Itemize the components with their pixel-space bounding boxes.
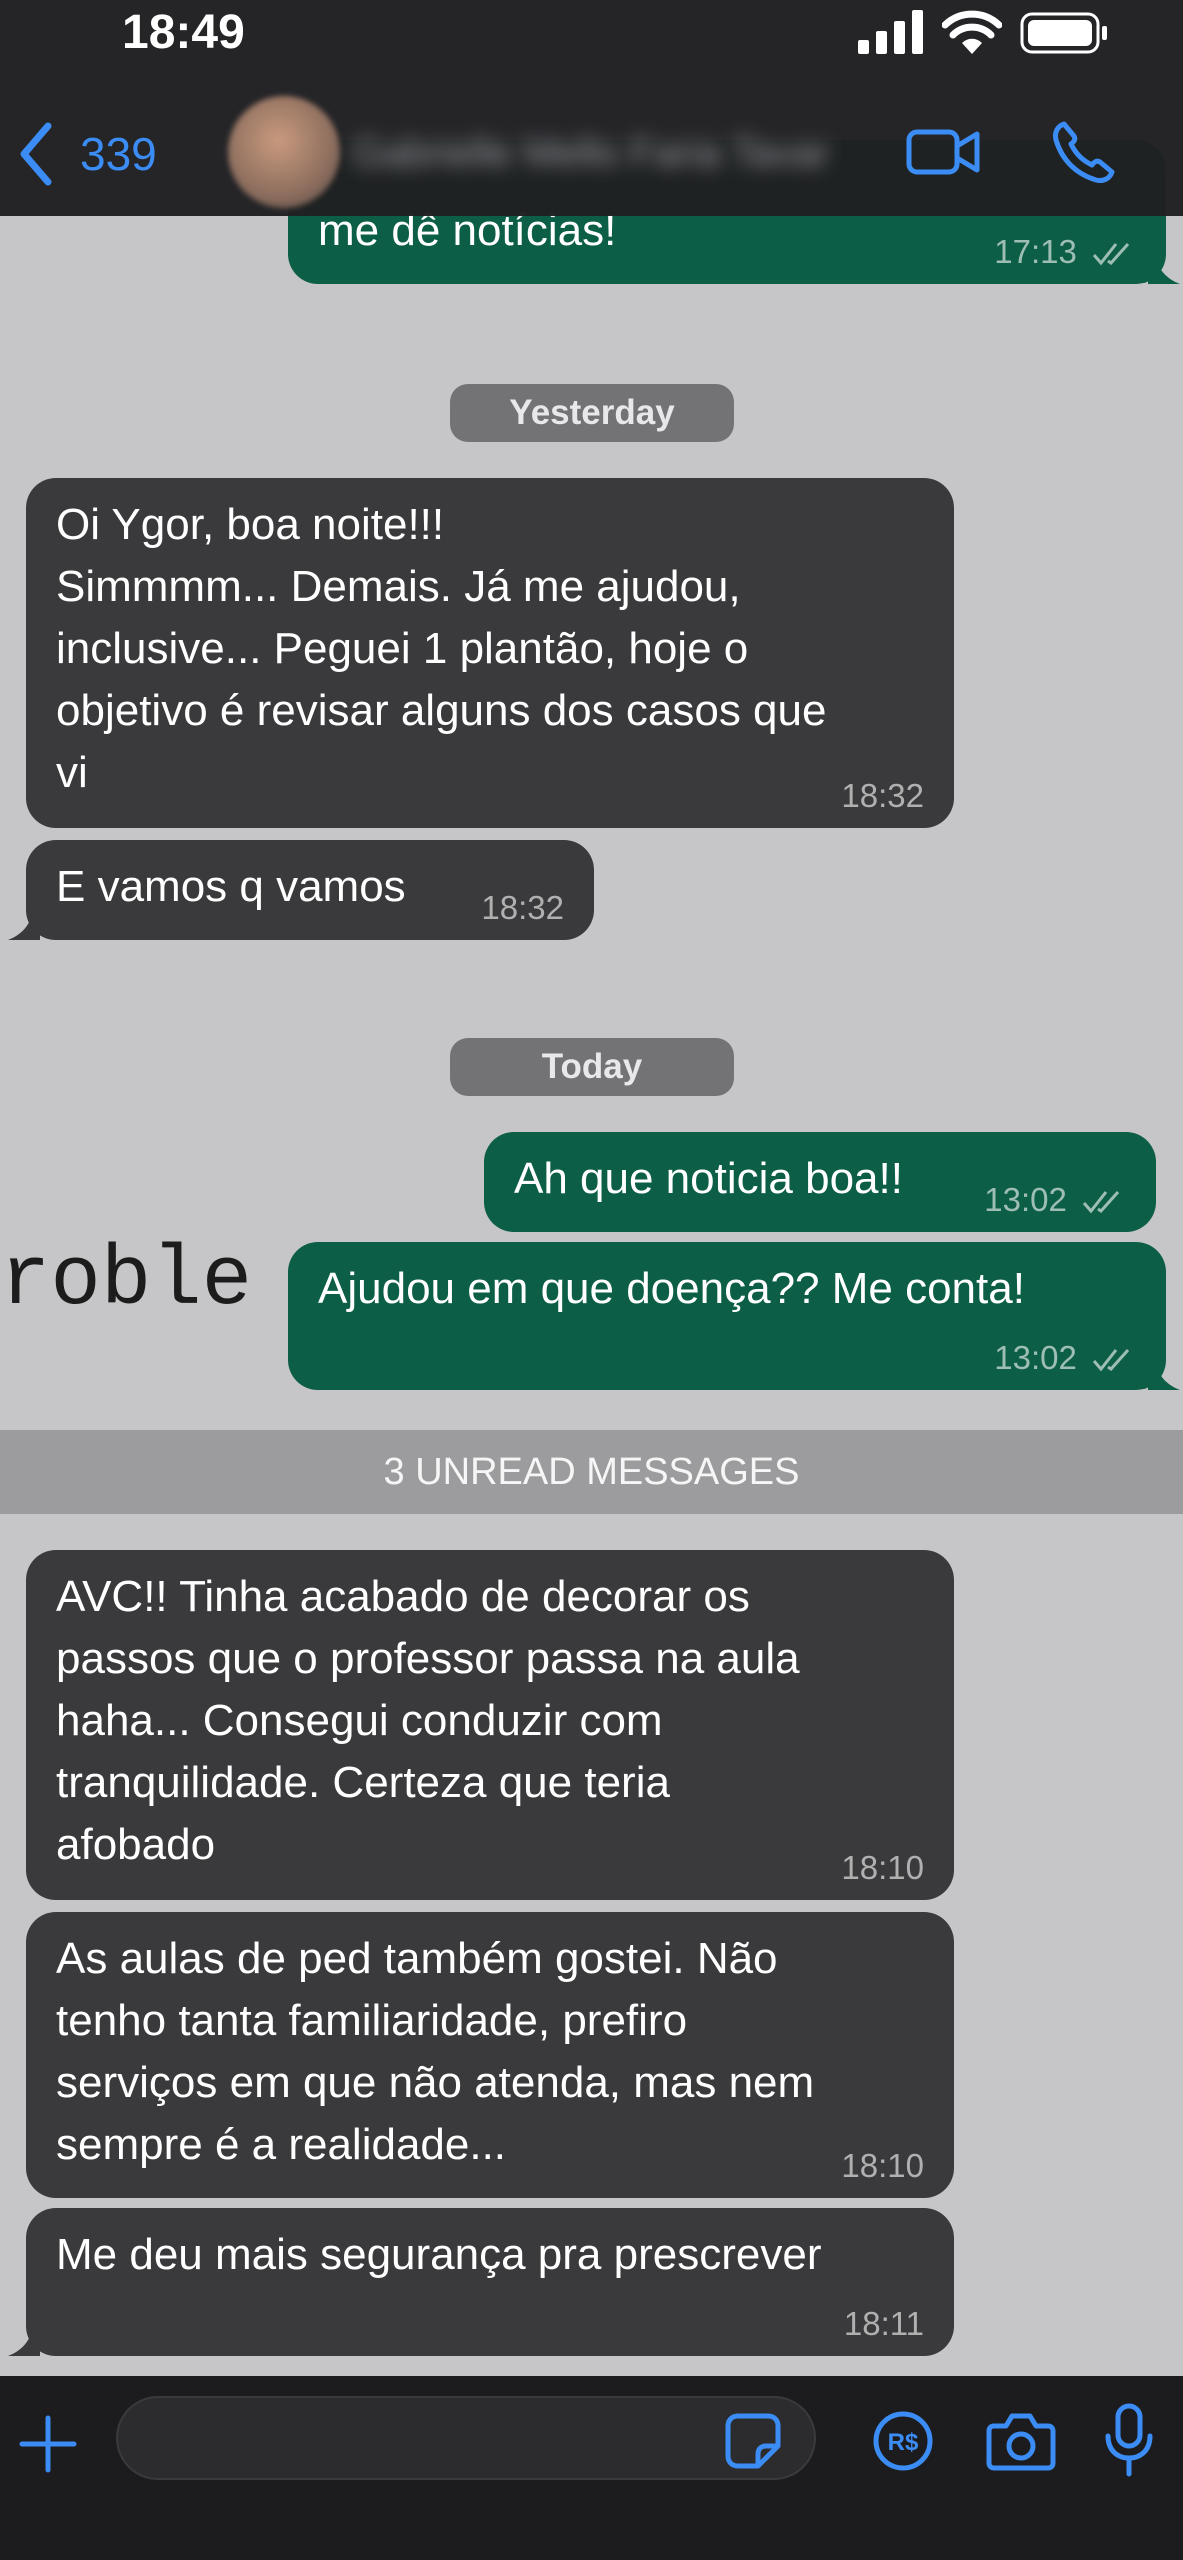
payment-icon[interactable]: R$ [872, 2410, 934, 2472]
bubble-tail [8, 906, 40, 940]
message-bubble-outgoing[interactable]: Ajudou em que doença?? Me conta! 13:02 [288, 1242, 1166, 1390]
message-meta: 18:10 [841, 2146, 924, 2186]
message-bubble-incoming[interactable]: AVC!! Tinha acabado de decorar os passos… [26, 1550, 954, 1900]
phone-call-icon[interactable] [1050, 118, 1118, 186]
sticker-icon[interactable] [724, 2412, 782, 2470]
status-time: 18:49 [122, 6, 245, 59]
message-time: 13:02 [994, 1339, 1077, 1376]
message-time: 17:13 [994, 233, 1077, 270]
unread-messages-divider: 3 UNREAD MESSAGES [0, 1430, 1183, 1514]
message-time: 18:32 [481, 889, 564, 926]
signal-icon [858, 10, 923, 54]
message-meta: 13:02 [984, 1180, 1126, 1220]
microphone-icon[interactable] [1102, 2402, 1156, 2480]
double-check-icon [1092, 1349, 1130, 1372]
video-call-icon[interactable] [906, 120, 982, 184]
message-text: AVC!! Tinha acabado de decorar os passos… [56, 1572, 800, 1869]
message-time: 18:10 [841, 1849, 924, 1886]
message-time: 18:32 [841, 777, 924, 814]
message-meta: 18:10 [841, 1848, 924, 1888]
message-bubble-incoming[interactable]: As aulas de ped também gostei. Não tenho… [26, 1912, 954, 2198]
bubble-tail [8, 2322, 40, 2356]
contact-avatar[interactable] [228, 96, 340, 208]
message-text: As aulas de ped também gostei. Não tenho… [56, 1934, 815, 2169]
battery-icon [1020, 12, 1107, 54]
message-input[interactable] [116, 2396, 816, 2480]
message-meta: 13:02 [994, 1338, 1136, 1378]
message-composer: R$ [0, 2376, 1183, 2560]
message-text: Me deu mais segurança pra prescrever [56, 2230, 822, 2279]
double-check-icon [1092, 243, 1130, 266]
message-time: 18:11 [843, 2305, 924, 2342]
bubble-tail [1148, 250, 1180, 284]
date-separator: Today [450, 1038, 734, 1096]
message-meta: 18:32 [481, 888, 564, 928]
contact-name[interactable]: Gabrielle Mello Faria Tavar [352, 130, 832, 176]
message-bubble-outgoing[interactable]: Ah que noticia boa!! 13:02 [484, 1132, 1156, 1232]
chat-header: 18:49 339 Gabrielle Mello Faria Tavar [0, 0, 1183, 216]
back-chevron-icon[interactable] [14, 118, 58, 190]
message-bubble-incoming[interactable]: Oi Ygor, boa noite!!! Simmmm... Demais. … [26, 478, 954, 828]
message-time: 18:10 [841, 2147, 924, 2184]
message-bubble-incoming[interactable]: Me deu mais segurança pra prescrever 18:… [26, 2208, 954, 2356]
message-bubble-incoming[interactable]: E vamos q vamos 18:32 [26, 840, 594, 940]
unread-chats-count[interactable]: 339 [80, 122, 157, 186]
message-meta: 18:11 [844, 2304, 924, 2344]
double-check-icon [1082, 1191, 1120, 1214]
camera-icon[interactable] [986, 2410, 1056, 2472]
message-text: Ajudou em que doença?? Me conta! [318, 1264, 1025, 1313]
plus-icon[interactable] [16, 2412, 80, 2476]
message-text: Oi Ygor, boa noite!!! Simmmm... Demais. … [56, 500, 827, 797]
bubble-tail [1148, 1356, 1180, 1390]
message-time: 13:02 [984, 1181, 1067, 1218]
message-meta: 17:13 [994, 232, 1136, 272]
svg-text:R$: R$ [888, 2429, 919, 2456]
wifi-icon [942, 10, 1002, 54]
message-meta: 18:32 [841, 776, 924, 816]
date-separator: Yesterday [450, 384, 734, 442]
